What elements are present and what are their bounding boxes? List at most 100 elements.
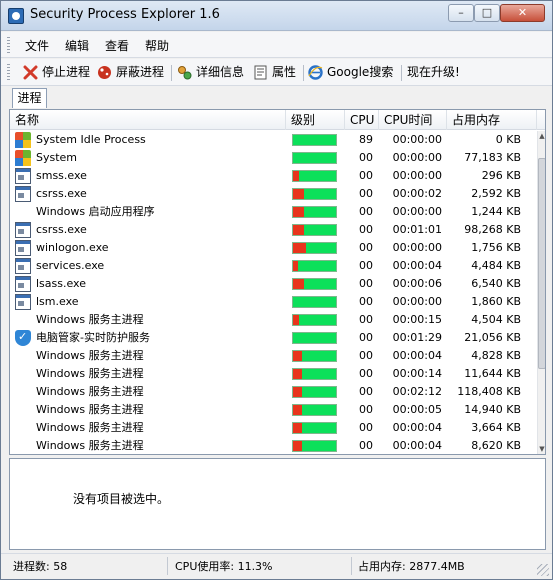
column-memory[interactable]: 占用内存 <box>447 110 537 130</box>
risk-level-fill <box>293 387 302 397</box>
upgrade-button[interactable]: 现在升级! <box>407 63 465 82</box>
risk-level-bar <box>292 188 337 200</box>
table-row[interactable]: Windows 服务主进程 00 00:00:05 14,940 KB <box>10 401 537 419</box>
process-memory: 296 KB <box>481 169 521 182</box>
risk-level-bar <box>292 242 337 254</box>
stop-process-label: 停止进程 <box>42 65 91 79</box>
table-row[interactable]: services.exe 00 00:00:04 4,484 KB <box>10 257 537 275</box>
shield-icon <box>15 330 31 346</box>
process-memory: 8,620 KB <box>471 439 521 452</box>
minimize-button[interactable]: – <box>448 4 474 22</box>
table-row[interactable]: winlogon.exe 00 00:00:00 1,756 KB <box>10 239 537 257</box>
risk-level-fill <box>293 189 304 199</box>
process-list[interactable]: 名称 级别 CPU CPU时间 占用内存 System Idle Process… <box>9 109 546 455</box>
process-name: Windows 服务主进程 <box>36 367 144 380</box>
process-name: smss.exe <box>36 169 87 182</box>
process-memory: 4,828 KB <box>471 349 521 362</box>
table-row[interactable]: Windows 服务主进程 00 00:00:15 4,504 KB <box>10 311 537 329</box>
table-row[interactable]: Windows 服务主进程 00 00:00:14 11,644 KB <box>10 365 537 383</box>
table-row[interactable]: lsass.exe 00 00:00:06 6,540 KB <box>10 275 537 293</box>
table-row[interactable]: Windows 服务主进程 00 00:02:12 118,408 KB <box>10 383 537 401</box>
process-cpu-time: 00:00:00 <box>392 241 442 254</box>
process-name: csrss.exe <box>36 223 87 236</box>
table-row[interactable]: Windows 服务主进程 00 00:00:04 4,828 KB <box>10 347 537 365</box>
exe-icon <box>15 222 31 238</box>
title-bar[interactable]: Security Process Explorer 1.6 – □ ✕ <box>1 1 552 31</box>
process-memory: 6,540 KB <box>471 277 521 290</box>
resize-grip-icon[interactable] <box>537 564 549 576</box>
process-name: winlogon.exe <box>36 241 109 254</box>
block-process-button[interactable]: 屏蔽进程 <box>97 63 169 82</box>
process-name: Windows 服务主进程 <box>36 403 144 416</box>
close-button[interactable]: ✕ <box>500 4 545 22</box>
table-row[interactable]: Windows 服务主进程 00 00:00:04 3,664 KB <box>10 419 537 437</box>
process-cpu: 00 <box>359 241 373 254</box>
table-row[interactable]: System 00 00:00:00 77,183 KB <box>10 149 537 167</box>
column-cpu-time[interactable]: CPU时间 <box>379 110 447 130</box>
details-button[interactable]: 详细信息 <box>177 63 249 82</box>
risk-level-bar <box>292 368 337 380</box>
block-process-label: 屏蔽进程 <box>116 65 165 79</box>
status-separator <box>167 557 168 575</box>
process-memory: 21,056 KB <box>464 331 521 344</box>
table-row[interactable]: smss.exe 00 00:00:00 296 KB <box>10 167 537 185</box>
table-row[interactable]: 电脑管家-实时防护服务 00 00:01:29 21,056 KB <box>10 329 537 347</box>
process-name: 电脑管家-实时防护服务 <box>36 331 150 344</box>
exe-icon <box>15 186 31 202</box>
table-row[interactable]: lsm.exe 00 00:00:00 1,860 KB <box>10 293 537 311</box>
process-cpu: 00 <box>359 295 373 308</box>
process-cpu-time: 00:00:04 <box>392 439 442 452</box>
properties-button[interactable]: 属性 <box>253 63 301 82</box>
scroll-thumb[interactable] <box>538 158 545 369</box>
process-cpu: 00 <box>359 385 373 398</box>
toolbar: 停止进程 屏蔽进程 详细信息 属性 Google搜索 现在升级! <box>1 59 552 86</box>
process-cpu: 00 <box>359 205 373 218</box>
app-icon <box>8 8 24 24</box>
menu-file[interactable]: 文件 <box>25 37 49 54</box>
menu-help[interactable]: 帮助 <box>145 37 169 54</box>
column-name[interactable]: 名称 <box>10 110 286 130</box>
stop-process-button[interactable]: 停止进程 <box>23 63 93 82</box>
scroll-up-icon[interactable]: ▲ <box>538 131 545 141</box>
detail-panel: 没有项目被选中。 <box>9 458 546 550</box>
column-level[interactable]: 级别 <box>286 110 345 130</box>
menu-edit[interactable]: 编辑 <box>65 37 89 54</box>
vertical-scrollbar[interactable]: ▲ ▼ <box>537 131 545 454</box>
process-name: lsass.exe <box>36 277 86 290</box>
tab-processes[interactable]: 进程 <box>12 88 47 108</box>
process-memory: 118,408 KB <box>457 385 521 398</box>
risk-level-fill <box>293 261 298 271</box>
column-cpu[interactable]: CPU <box>345 110 379 130</box>
table-row[interactable]: System Idle Process 89 00:00:00 0 KB <box>10 131 537 149</box>
process-cpu: 00 <box>359 331 373 344</box>
risk-level-bar <box>292 386 337 398</box>
process-memory: 1,244 KB <box>471 205 521 218</box>
table-row[interactable]: Windows 启动应用程序 00 00:00:00 1,244 KB <box>10 203 537 221</box>
risk-level-fill <box>293 171 299 181</box>
menu-view[interactable]: 查看 <box>105 37 129 54</box>
process-cpu: 00 <box>359 187 373 200</box>
risk-level-fill <box>293 369 302 379</box>
main-window: Security Process Explorer 1.6 – □ ✕ 文件 编… <box>0 0 553 580</box>
exe-icon <box>15 276 31 292</box>
exe-icon <box>15 294 31 310</box>
properties-document-icon <box>254 65 267 80</box>
process-cpu: 00 <box>359 403 373 416</box>
table-row[interactable]: csrss.exe 00 00:00:02 2,592 KB <box>10 185 537 203</box>
risk-level-bar <box>292 332 337 344</box>
process-cpu: 00 <box>359 169 373 182</box>
table-row[interactable]: csrss.exe 00 00:01:01 98,268 KB <box>10 221 537 239</box>
table-row[interactable]: Windows 服务主进程 00 00:00:04 8,620 KB <box>10 437 537 454</box>
process-cpu-time: 00:00:02 <box>392 187 442 200</box>
risk-level-bar <box>292 422 337 434</box>
process-name: services.exe <box>36 259 105 272</box>
process-memory: 3,664 KB <box>471 421 521 434</box>
scroll-down-icon[interactable]: ▼ <box>538 444 545 454</box>
maximize-button[interactable]: □ <box>474 4 500 22</box>
toolbar-separator <box>303 65 304 81</box>
toolbar-grip-icon <box>7 64 10 81</box>
status-bar: 进程数: 58 CPU使用率: 11.3% 占用内存: 2877.4MB <box>1 553 552 579</box>
process-memory: 11,644 KB <box>464 367 521 380</box>
status-separator <box>351 557 352 575</box>
google-search-button[interactable]: Google搜索 <box>308 63 400 82</box>
